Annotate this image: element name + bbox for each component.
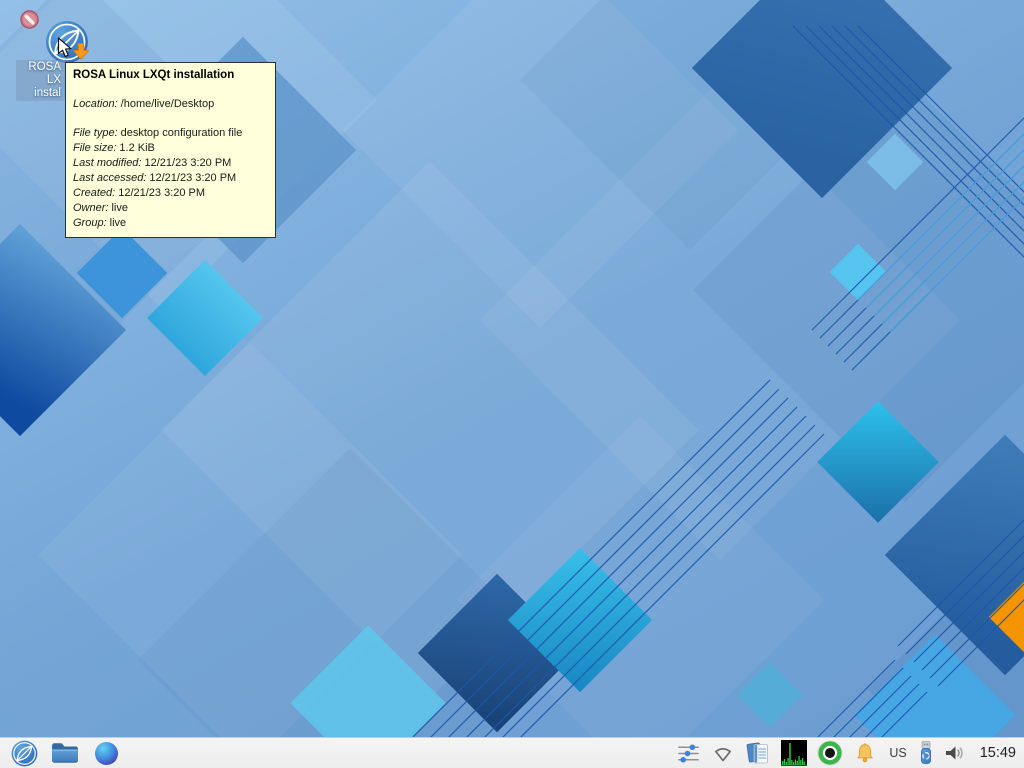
label-line: LX xyxy=(17,74,61,87)
rosa-logo-icon xyxy=(11,740,38,767)
usb-drive-icon[interactable] xyxy=(919,739,933,767)
label-line: ROSA xyxy=(17,61,61,74)
system-monitor-icon[interactable] xyxy=(781,740,807,766)
tooltip-row-filetype: File type:desktop configuration file xyxy=(73,126,268,141)
rosa-menu-button[interactable] xyxy=(9,739,39,767)
globe-icon xyxy=(95,742,118,765)
taskbar-panel: US 15:49 xyxy=(0,737,1024,768)
no-access-emblem-icon xyxy=(20,10,39,29)
tooltip-row-accessed: Last accessed:12/21/23 3:20 PM xyxy=(73,171,268,186)
keyboard-layout-indicator[interactable]: US xyxy=(887,746,908,760)
tooltip-row-modified: Last modified:12/21/23 3:20 PM xyxy=(73,156,268,171)
tooltip-row-owner: Owner:live xyxy=(73,201,268,216)
file-manager-button[interactable] xyxy=(50,739,80,767)
tooltip-row-group: Group:live xyxy=(73,216,268,231)
file-properties-tooltip: ROSA Linux LXQt installation Location:/h… xyxy=(65,62,276,238)
desktop-icon-label: ROSA LX instal xyxy=(16,60,65,101)
folder-icon xyxy=(51,742,79,764)
mouse-cursor xyxy=(57,37,77,59)
tooltip-row-created: Created:12/21/23 3:20 PM xyxy=(73,186,268,201)
notifications-bell-icon[interactable] xyxy=(853,739,877,767)
system-tray: US 15:49 xyxy=(676,739,1024,767)
label-line: instal xyxy=(17,87,61,100)
tooltip-title: ROSA Linux LXQt installation xyxy=(73,68,268,83)
panel-launchers xyxy=(0,739,121,767)
recorder-icon[interactable] xyxy=(817,739,843,767)
browser-button[interactable] xyxy=(91,739,121,767)
wifi-icon[interactable] xyxy=(711,739,735,767)
tooltip-row-filesize: File size:1.2 KiB xyxy=(73,141,268,156)
volume-icon[interactable] xyxy=(943,739,968,767)
tooltip-row-location: Location:/home/live/Desktop xyxy=(73,97,268,112)
settings-sliders-icon[interactable] xyxy=(676,739,701,767)
clipboard-icon[interactable] xyxy=(745,739,771,767)
clock[interactable]: 15:49 xyxy=(978,745,1016,761)
